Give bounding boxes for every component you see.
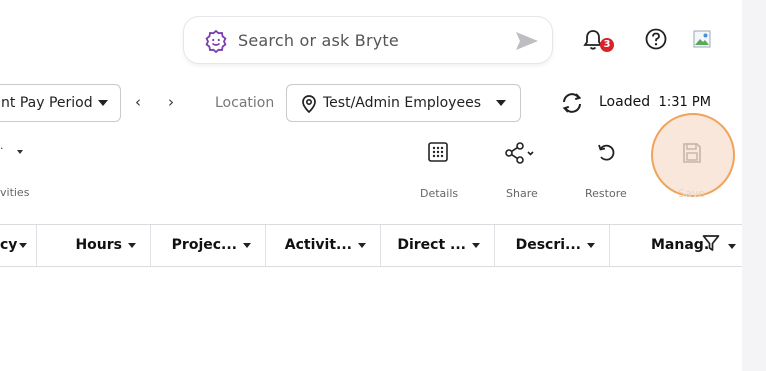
notifications-button[interactable]: 3 xyxy=(582,28,614,56)
column-header-project[interactable]: Projec... xyxy=(151,225,266,266)
chevron-down-icon[interactable] xyxy=(728,244,736,249)
restore-button[interactable]: Restore xyxy=(585,142,627,200)
column-header-activity[interactable]: Activit... xyxy=(266,225,381,266)
chevron-down-icon xyxy=(128,242,136,248)
status-time: 1:31 PM xyxy=(658,95,711,110)
search-input[interactable]: Search or ask Bryte xyxy=(238,31,399,50)
chevron-down-icon xyxy=(17,150,23,154)
bryte-icon xyxy=(205,29,227,53)
location-select[interactable]: Test/Admin Employees xyxy=(286,84,521,122)
share-button[interactable]: Share xyxy=(505,142,538,200)
save-button[interactable]: Save xyxy=(678,142,705,200)
chevron-down-icon xyxy=(587,242,595,248)
save-label: Save xyxy=(678,187,706,200)
next-period-button[interactable]: › xyxy=(168,93,174,111)
column-header[interactable]: cy xyxy=(0,225,37,266)
status-text: Loaded xyxy=(599,94,651,110)
chevron-down-icon xyxy=(496,100,506,106)
save-icon xyxy=(683,143,701,163)
sync-status: Loaded 1:31 PM xyxy=(599,94,711,110)
pay-period-select[interactable]: nt Pay Period xyxy=(0,84,121,122)
location-value: Test/Admin Employees xyxy=(323,95,481,111)
send-icon[interactable] xyxy=(515,30,539,52)
details-label: Details xyxy=(420,187,459,200)
notification-count-badge: 3 xyxy=(600,38,614,52)
restore-label: Restore xyxy=(585,187,627,200)
share-icon xyxy=(505,142,534,164)
details-button[interactable]: Details xyxy=(420,142,458,200)
restore-icon xyxy=(598,144,615,161)
column-header-description[interactable]: Descri... xyxy=(495,225,610,266)
chevron-down-icon xyxy=(98,100,108,106)
chevron-down-icon xyxy=(358,242,366,248)
location-label: Location xyxy=(215,95,275,111)
chevron-down-icon xyxy=(19,242,28,248)
details-icon xyxy=(428,142,448,162)
activities-dropdown[interactable]: · xyxy=(0,142,4,155)
pay-period-value: nt Pay Period xyxy=(1,95,93,111)
chevron-down-icon xyxy=(472,242,480,248)
column-header-direct[interactable]: Direct ... xyxy=(381,225,495,266)
help-icon[interactable] xyxy=(645,28,667,50)
column-header-manager[interactable]: Manag. xyxy=(610,225,742,266)
avatar-image-icon[interactable] xyxy=(693,30,711,48)
chevron-down-icon xyxy=(243,242,251,248)
right-panel-edge xyxy=(742,0,766,371)
previous-period-button[interactable]: ‹ xyxy=(135,93,141,111)
location-pin-icon xyxy=(302,95,316,113)
table-header: cy Hours Projec... Activit... Direct ...… xyxy=(0,224,742,267)
column-header-hours[interactable]: Hours xyxy=(37,225,151,266)
filter-icon[interactable] xyxy=(702,234,720,252)
search-bar[interactable]: Search or ask Bryte xyxy=(183,16,553,64)
activities-label: vities xyxy=(0,186,30,199)
sync-icon[interactable] xyxy=(560,91,584,115)
share-label: Share xyxy=(506,187,538,200)
